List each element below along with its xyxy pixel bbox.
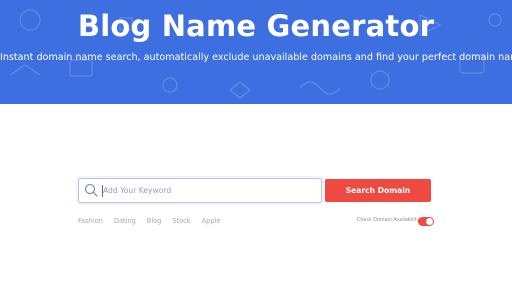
hero-banner: Blog Name Generator Instant domain name … <box>0 0 512 104</box>
category-link-apple[interactable]: Apple <box>202 215 221 227</box>
category-link-stock[interactable]: Stock <box>172 215 190 227</box>
search-icon <box>84 183 98 197</box>
page-title: Blog Name Generator <box>77 9 435 43</box>
category-link-dating[interactable]: Dating <box>114 215 136 227</box>
category-link-blog[interactable]: Blog <box>147 215 162 227</box>
category-links: Fashion Dating Blog Stock Apple <box>78 215 220 227</box>
availability-toggle[interactable] <box>418 217 434 226</box>
availability-label: Check Domain Availability <box>357 218 420 223</box>
toggle-knob <box>426 218 433 225</box>
category-link-fashion[interactable]: Fashion <box>78 215 103 227</box>
search-box[interactable] <box>78 178 322 203</box>
page-subtitle: Instant domain name search, automaticall… <box>0 52 512 63</box>
search-domain-button[interactable]: Search Domain <box>325 179 431 202</box>
keyword-input[interactable] <box>103 180 317 201</box>
